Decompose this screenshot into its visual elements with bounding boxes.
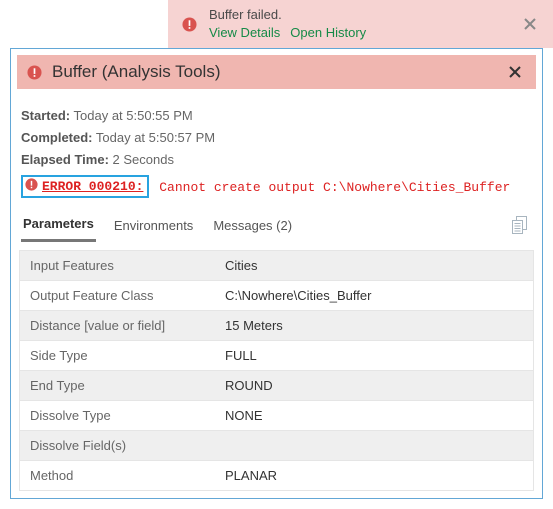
view-details-link[interactable]: View Details (209, 24, 280, 42)
param-value: C:\Nowhere\Cities_Buffer (215, 281, 533, 310)
param-value: ROUND (215, 371, 533, 400)
completed-value: Today at 5:50:57 PM (96, 130, 215, 145)
param-key: Method (20, 461, 215, 490)
close-icon[interactable] (504, 61, 526, 83)
tab-messages[interactable]: Messages (2) (211, 212, 294, 241)
param-key: Side Type (20, 341, 215, 370)
failure-notification: Buffer failed. View Details Open History (168, 0, 553, 48)
error-message: Cannot create output C:\Nowhere\Cities_B… (159, 180, 510, 195)
table-row: Side TypeFULL (20, 341, 533, 371)
result-panel: Buffer (Analysis Tools) Started: Today a… (10, 48, 543, 499)
table-row: Input FeaturesCities (20, 251, 533, 281)
error-code-link[interactable]: ERROR 000210: (42, 179, 143, 194)
table-row: End TypeROUND (20, 371, 533, 401)
panel-title: Buffer (Analysis Tools) (52, 62, 504, 82)
param-key: Distance [value or field] (20, 311, 215, 340)
error-icon (25, 178, 38, 195)
param-key: Dissolve Type (20, 401, 215, 430)
table-row: Output Feature ClassC:\Nowhere\Cities_Bu… (20, 281, 533, 311)
completed-label: Completed: (21, 130, 93, 145)
tab-parameters[interactable]: Parameters (21, 210, 96, 242)
table-row: Dissolve Field(s) (20, 431, 533, 461)
tab-environments[interactable]: Environments (112, 212, 195, 241)
table-row: MethodPLANAR (20, 461, 533, 491)
copy-icon[interactable] (508, 212, 532, 241)
table-row: Dissolve TypeNONE (20, 401, 533, 431)
table-row: Distance [value or field]15 Meters (20, 311, 533, 341)
param-value: 15 Meters (215, 311, 533, 340)
param-value: Cities (215, 251, 533, 280)
elapsed-value: 2 Seconds (113, 152, 174, 167)
elapsed-label: Elapsed Time: (21, 152, 109, 167)
param-value: NONE (215, 401, 533, 430)
param-value: PLANAR (215, 461, 533, 490)
tabs: Parameters Environments Messages (2) (11, 206, 542, 242)
param-key: Input Features (20, 251, 215, 280)
param-key: End Type (20, 371, 215, 400)
close-icon[interactable] (517, 11, 543, 37)
param-value (215, 431, 533, 460)
started-label: Started: (21, 108, 70, 123)
parameters-table: Input FeaturesCitiesOutput Feature Class… (19, 250, 534, 491)
error-line: ERROR 000210: Cannot create output C:\No… (11, 175, 542, 206)
error-icon (182, 17, 197, 32)
error-icon (27, 65, 42, 80)
param-key: Dissolve Field(s) (20, 431, 215, 460)
param-key: Output Feature Class (20, 281, 215, 310)
param-value: FULL (215, 341, 533, 370)
error-code-box: ERROR 000210: (21, 175, 149, 198)
notification-title: Buffer failed. (209, 6, 517, 24)
started-value: Today at 5:50:55 PM (74, 108, 193, 123)
run-metadata: Started: Today at 5:50:55 PM Completed: … (11, 95, 542, 175)
panel-header: Buffer (Analysis Tools) (17, 55, 536, 89)
open-history-link[interactable]: Open History (290, 24, 366, 42)
